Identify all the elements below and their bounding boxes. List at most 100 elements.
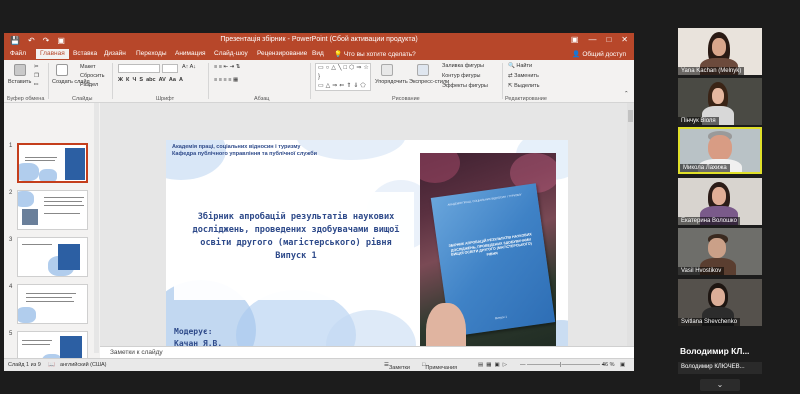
close-icon[interactable]: ✕ xyxy=(621,35,628,44)
tab-file[interactable]: Файл xyxy=(10,50,26,57)
current-slide[interactable]: Академія праці, соціальних відносин і ту… xyxy=(166,140,568,366)
window-controls: ▣ — □ ✕ xyxy=(571,35,628,44)
book-footer: Випуск 1 xyxy=(494,314,508,321)
thumb-text-line xyxy=(25,157,57,158)
powerpoint-window: 💾 ↶ ↷ ▣ Презентація збірник - PowerPoint… xyxy=(4,33,634,371)
participant-name: Володимир КЛЮЧЕВ... xyxy=(681,364,745,370)
shape-effects-button[interactable]: Эффекты фигуры xyxy=(442,83,488,89)
slide-scrollbar[interactable] xyxy=(627,103,634,346)
share-label: Общий доступ xyxy=(582,51,626,58)
section-button[interactable]: Раздел xyxy=(80,82,98,88)
thumb-number: 5 xyxy=(9,331,13,337)
minimize-icon[interactable]: — xyxy=(588,35,596,44)
tab-animation[interactable]: Анимация xyxy=(175,50,206,57)
flower-decoration xyxy=(420,153,460,183)
font-format-icons[interactable]: Ж К Ч S abc AV Aa A xyxy=(118,77,183,83)
participant-tile[interactable]: Vasil Hvostikov xyxy=(678,228,762,275)
thumb-text-line xyxy=(22,340,52,341)
shape-outline-button[interactable]: Контур фигуры xyxy=(442,73,480,79)
thumb-decoration xyxy=(39,169,57,181)
group-drawing-label: Рисование xyxy=(392,96,420,102)
tab-design[interactable]: Дизайн xyxy=(104,50,126,57)
notes-toggle[interactable]: ☰ Заметки xyxy=(384,362,410,371)
comments-toggle[interactable]: □ Примечания xyxy=(422,362,457,371)
participant-video xyxy=(711,288,725,306)
thumb-text-line xyxy=(25,160,55,161)
thumbnails-scrollbar[interactable] xyxy=(94,103,99,353)
participant-name: Микола Лахижа xyxy=(680,164,730,172)
participant-name: Svitlana Shevchenko xyxy=(678,318,741,326)
tab-transitions[interactable]: Переходы xyxy=(136,50,167,57)
layout-button[interactable]: Макет xyxy=(80,64,96,70)
screen: 💾 ↶ ↷ ▣ Презентація збірник - PowerPoint… xyxy=(0,0,800,394)
paste-icon[interactable] xyxy=(14,64,26,76)
fit-slide-icon[interactable]: ▣ xyxy=(620,362,625,368)
replace-label: Заменить xyxy=(514,73,539,79)
chevron-down-icon[interactable]: ⌄ xyxy=(700,379,740,391)
ribbon-options-icon[interactable]: ▣ xyxy=(571,35,579,44)
slide-thumbnail-1[interactable] xyxy=(17,143,88,183)
slide-title[interactable]: Збірник апробацій результатів наукових д… xyxy=(186,211,406,263)
slide-header-line2: Кафедра публічного управління та публічн… xyxy=(172,151,318,157)
slide-thumbnail-3[interactable] xyxy=(17,237,88,277)
thumb-decoration xyxy=(19,163,39,181)
maximize-icon[interactable]: □ xyxy=(606,35,611,44)
slide-thumbnail-4[interactable] xyxy=(17,284,88,324)
comments-toggle-label: Примечания xyxy=(425,365,458,371)
group-slides-label: Слайды xyxy=(72,96,93,102)
participant-tile[interactable]: Svitlana Shevchenko xyxy=(678,279,762,326)
arrange-button[interactable]: Упорядочить xyxy=(375,79,408,85)
select-button[interactable]: ⇱ Выделить xyxy=(508,83,540,89)
grow-font-icon[interactable]: A↑ A↓ xyxy=(182,64,196,70)
collapse-ribbon-icon[interactable]: ⌃ xyxy=(624,91,629,97)
replace-button[interactable]: ⇄ Заменить xyxy=(508,73,539,79)
participant-tile[interactable]: Пінчук Віоля xyxy=(678,78,762,125)
book-photo[interactable]: АКАДЕМІЯ ПРАЦІ, СОЦІАЛЬНИХ ВІДНОСИН І ТУ… xyxy=(420,153,556,356)
participant-video xyxy=(712,38,726,56)
participant-tile[interactable]: Володимир КЛЮЧЕВ... xyxy=(678,362,762,374)
thumb-text-line xyxy=(44,197,84,198)
font-name-select[interactable] xyxy=(118,64,160,73)
reset-button[interactable]: Сбросить xyxy=(80,73,104,79)
participant-tile[interactable]: Екатерина Волошко xyxy=(678,178,762,225)
scrollbar-thumb[interactable] xyxy=(628,110,633,122)
paste-button[interactable]: Вставить xyxy=(8,79,31,85)
group-font-label: Шрифт xyxy=(156,96,175,102)
language-indicator[interactable]: английский (США) xyxy=(60,362,107,368)
participant-tile-active-speaker[interactable]: Микола Лахижа xyxy=(678,127,762,174)
ribbon-separator xyxy=(310,63,311,99)
slide-header: Академія праці, соціальних відносин і ту… xyxy=(172,144,317,158)
align-icons[interactable]: ≡ ≡ ≡ ≡ ▦ xyxy=(214,77,238,83)
notes-pane[interactable]: Заметки к слайду xyxy=(100,346,634,358)
zoom-slider[interactable]: — ——————|——————— + xyxy=(520,362,605,368)
quick-styles-icon[interactable] xyxy=(417,64,429,76)
title-bar: 💾 ↶ ↷ ▣ Презентація збірник - PowerPoint… xyxy=(4,33,634,48)
shape-fill-button[interactable]: Заливка фигуры xyxy=(442,63,484,69)
view-buttons[interactable]: ▤ ▦ ▣ ▷ xyxy=(478,362,507,368)
participant-video xyxy=(708,135,732,161)
tell-me-search[interactable]: 💡 Что вы хотите сделать? xyxy=(334,50,416,58)
spellcheck-icon[interactable]: 📖 xyxy=(48,362,55,368)
find-button[interactable]: 🔍 Найти xyxy=(508,63,532,69)
list-icons[interactable]: ≡ ≡ ⇤ ⇥ ⇅ xyxy=(214,64,240,70)
share-button[interactable]: 👤 Общий доступ xyxy=(572,50,626,58)
new-slide-icon[interactable] xyxy=(56,64,68,76)
ribbon-separator xyxy=(502,63,503,99)
shapes-gallery[interactable]: ▭○△╲□⬡⇒☆{ }▭△⇒⇐⇑⇓⬠ xyxy=(315,63,371,91)
tab-view[interactable]: Вид xyxy=(312,50,324,57)
arrange-icon[interactable] xyxy=(381,64,393,76)
font-size-select[interactable] xyxy=(162,64,178,73)
tab-review[interactable]: Рецензирование xyxy=(257,50,307,57)
copy-icon[interactable]: ❐ xyxy=(34,73,39,79)
zoom-level[interactable]: 46 % xyxy=(602,362,615,368)
format-painter-icon[interactable]: ✏ xyxy=(34,82,39,88)
tab-home[interactable]: Главная xyxy=(36,49,69,59)
group-clipboard-label: Буфер обмена xyxy=(7,96,45,102)
cut-icon[interactable]: ✂ xyxy=(34,64,39,70)
notes-placeholder: Заметки к слайду xyxy=(110,349,163,356)
participant-tile[interactable]: Yana Kachan (Melnyk) xyxy=(678,28,762,75)
tab-insert[interactable]: Вставка xyxy=(73,50,97,57)
tab-slideshow[interactable]: Слайд-шоу xyxy=(214,50,248,57)
slide-thumbnail-2[interactable] xyxy=(17,190,88,230)
speaker-name-banner: Володимир КЛ... xyxy=(680,346,750,356)
